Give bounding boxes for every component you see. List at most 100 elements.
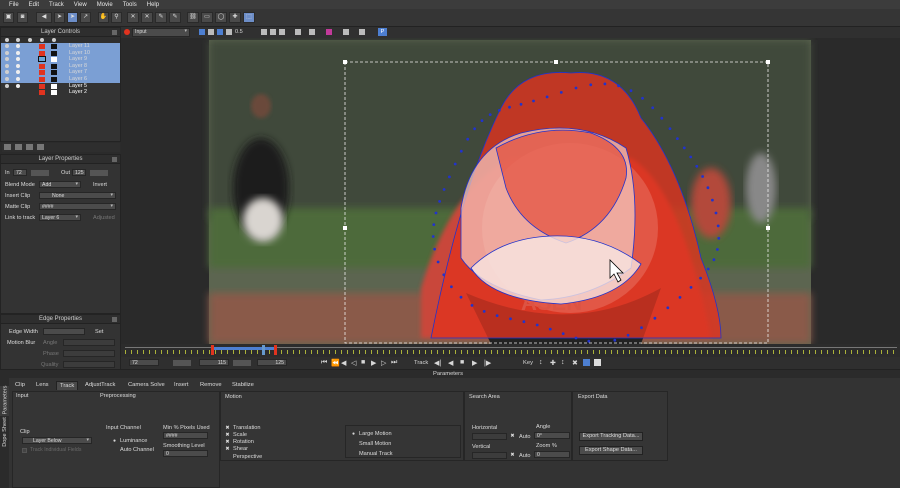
spline-point[interactable] [587, 339, 591, 343]
transform-handle[interactable] [343, 60, 347, 64]
matte-swatch[interactable] [51, 57, 57, 63]
matte-clip-select[interactable]: #### [39, 203, 116, 210]
go-to-end-icon[interactable]: ⏭ [391, 359, 397, 367]
spline-point[interactable] [473, 127, 476, 131]
angle-field[interactable]: 0° [534, 432, 570, 439]
radio-large-motion[interactable]: ● [352, 431, 355, 437]
in-keyframe-nav[interactable] [31, 170, 49, 176]
view-matte-icon[interactable] [226, 29, 232, 35]
input-select[interactable]: Input [132, 28, 190, 37]
spline-point[interactable] [559, 91, 563, 94]
bezier-tool-icon[interactable]: ✎ [155, 12, 167, 23]
layer-row[interactable]: Layer 10 [1, 49, 120, 57]
spline-point[interactable] [442, 273, 446, 277]
spline-point[interactable] [701, 175, 704, 178]
spline-point[interactable] [497, 109, 501, 112]
proxy-p-button[interactable]: P [378, 28, 387, 36]
spline-point[interactable] [432, 223, 436, 227]
spline-point[interactable] [678, 296, 682, 299]
rotation-checkbox[interactable]: ✖ [225, 440, 230, 445]
gear-icon[interactable] [16, 44, 20, 48]
play-reverse-icon[interactable]: ◁ [351, 359, 356, 367]
matte-swatch[interactable] [51, 63, 57, 69]
transform-tool-icon[interactable]: ⬚ [243, 12, 255, 23]
prev-keyframe-icon[interactable]: ↕ [539, 359, 543, 366]
spline-point[interactable] [617, 84, 620, 88]
matte-swatch[interactable] [51, 76, 57, 82]
tab-clip[interactable]: Clip [12, 381, 28, 390]
spline-point[interactable] [450, 285, 453, 289]
spline-point[interactable] [431, 235, 435, 238]
hand-tool-icon[interactable]: ✋ [98, 12, 109, 23]
matte-swatch[interactable] [51, 50, 57, 56]
spline-point[interactable] [714, 211, 718, 215]
smoothing-field[interactable]: 0 [163, 450, 208, 457]
track-stop-icon[interactable]: ■ [460, 359, 464, 366]
spline-point[interactable] [666, 306, 670, 310]
close-icon[interactable] [112, 157, 117, 162]
spline-point[interactable] [532, 99, 535, 103]
menu-file[interactable]: File [4, 2, 24, 8]
view-rgb-icon[interactable] [199, 29, 205, 35]
spline-point[interactable] [508, 105, 511, 109]
spline-point[interactable] [603, 82, 607, 86]
current-frame-field[interactable]: 115 [199, 359, 229, 366]
close-icon[interactable] [112, 317, 117, 322]
layer-row[interactable]: Layer 9 [1, 56, 120, 63]
timeline-in-out-range[interactable] [211, 347, 277, 350]
menu-tools[interactable]: Tools [118, 2, 142, 8]
spline-point[interactable] [482, 310, 486, 313]
edge-width-field[interactable] [43, 328, 85, 335]
add-folder-icon[interactable] [15, 144, 22, 150]
merge-layer-icon[interactable] [37, 144, 44, 150]
save-icon[interactable]: ▣ [3, 12, 14, 23]
spline-point[interactable] [488, 113, 492, 116]
spline-point[interactable] [641, 96, 644, 100]
current-keyframe-nav[interactable] [233, 360, 251, 366]
spline-point[interactable] [545, 95, 549, 99]
spline-point[interactable] [495, 314, 499, 317]
spline-point[interactable] [470, 304, 474, 307]
zoom-field[interactable]: 0 [534, 451, 570, 458]
gear-icon[interactable] [16, 70, 20, 75]
menu-help[interactable]: Help [142, 2, 164, 8]
in-point-marker[interactable] [211, 345, 214, 355]
tab-stabilize[interactable]: Stabilize [229, 381, 257, 390]
spline-point[interactable] [676, 137, 679, 140]
vertical-field[interactable] [472, 452, 507, 459]
tab-track[interactable]: Track [56, 381, 79, 390]
horizontal-auto-checkbox[interactable]: ✖ [510, 434, 515, 439]
layer-row[interactable]: Layer 5 [1, 83, 120, 90]
spline-point[interactable] [613, 338, 617, 342]
spline-point[interactable] [689, 286, 693, 289]
export-shape-data-button[interactable]: Export Shape Data... [579, 446, 643, 455]
spline-point[interactable] [682, 146, 686, 150]
matte-swatch[interactable] [51, 90, 57, 96]
eye-icon[interactable] [5, 44, 9, 48]
play-icon[interactable]: ▶ [371, 359, 376, 367]
viewer-canvas[interactable]: ASEN [121, 38, 900, 344]
layer-color-swatch[interactable] [38, 56, 46, 63]
manual-track-label[interactable]: Manual Track [359, 451, 393, 457]
insert-clip-select[interactable]: None [39, 192, 116, 199]
side-tab-dope-sheet[interactable]: Dope Sheet [0, 417, 9, 448]
spline-point[interactable] [706, 186, 710, 190]
layer-color-swatch[interactable] [39, 70, 45, 76]
side-tab-parameters[interactable]: Parameters [0, 386, 9, 416]
gear-icon[interactable] [16, 83, 20, 88]
step-back-icon[interactable]: ◀ [341, 359, 346, 367]
translation-checkbox[interactable]: ✖ [225, 426, 230, 431]
link-tool-icon[interactable]: ⛓ [187, 12, 199, 23]
spline-point[interactable] [689, 155, 693, 159]
delete-layer-icon[interactable] [26, 144, 33, 150]
delete-keyframe-icon[interactable]: ✖ [572, 359, 578, 367]
spline-point[interactable] [459, 149, 463, 153]
horizontal-field[interactable] [472, 433, 507, 440]
scale-checkbox[interactable]: ✖ [225, 433, 230, 438]
surface-icon[interactable] [295, 29, 301, 35]
tab-adjusttrack[interactable]: AdjustTrack [82, 381, 119, 390]
gear-icon[interactable] [16, 76, 20, 81]
stabilize-icon[interactable] [343, 29, 349, 35]
menu-edit[interactable]: Edit [24, 2, 44, 8]
prev-key-icon[interactable]: ⏪ [331, 359, 340, 367]
